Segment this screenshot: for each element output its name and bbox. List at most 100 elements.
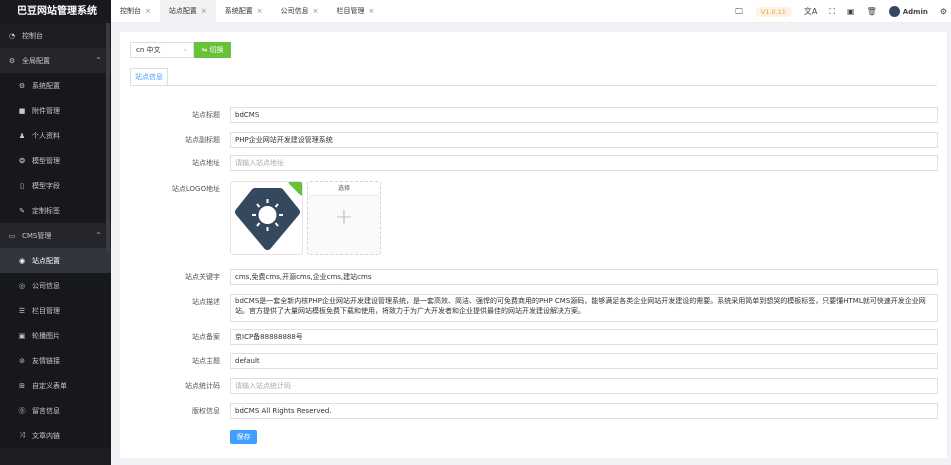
sidebar-item-8[interactable]: ▭ CMS管理 ^ [0,223,111,248]
keywords-input[interactable]: cms,免费cms,开源cms,企业cms,建站cms [230,269,938,285]
sidebar-item-14[interactable]: ⊞ 自定义表单 [0,373,111,398]
close-icon[interactable]: × [145,7,151,15]
sidebar-item-label: 模型字段 [32,181,60,190]
shuffle-icon: ⤨ [19,431,25,439]
title-label: 站点标题 [192,111,220,119]
sidebar-item-6[interactable]: ▯ 模型字段 [0,173,111,198]
sidebar: 巴豆网站管理系统 ◔ 控制台 ⚙ 全局配置 ^ ⚙ 系统配置 ■ 附件管理 ♟ 个人资料 ❂ 模型管理 ▯… [0,0,111,465]
sidebar-item-15[interactable]: ⓪ 留言信息 [0,398,111,423]
sidebar-item-label: 栏目管理 [32,306,60,315]
title-input[interactable]: bdCMS [230,107,938,123]
sidebar-item-3[interactable]: ■ 附件管理 [0,98,111,123]
switch-label: 切换 [209,46,224,54]
site-config-card: cn 中文 ⌄ ⇋ 切换 站点信息 站点标题 bdCMS 站点副标题 PHP企业网站开… [120,32,947,458]
tab-label: 站点配置 [168,7,197,15]
sidebar-item-label: 友情链接 [32,356,60,365]
fullscreen-icon[interactable]: ⛶ [829,7,835,17]
close-icon[interactable]: × [257,7,263,15]
tab-1[interactable]: 站点配置 × [159,0,216,23]
icp-label: 站点备案 [192,333,220,341]
toolbar: 🖵 V1.0.11 文A ⛶ ▣ 🗑 Admin ⚙ [735,0,951,23]
chevron-up-icon: ^ [95,57,101,64]
sidebar-item-4[interactable]: ♟ 个人资料 [0,123,111,148]
switch-icon: ⇋ [201,46,210,54]
sidebar-item-7[interactable]: ✎ 定制标签 [0,198,111,223]
sidebar-item-label: 自定义表单 [32,381,67,390]
message-icon: ⓪ [18,406,26,415]
sidebar-item-5[interactable]: ❂ 模型管理 [0,148,111,173]
tab-0[interactable]: 控制台 × [111,0,160,23]
link-icon: ⊘ [19,356,25,365]
gear-icon: ⚙ [18,81,26,90]
sidebar-item-16[interactable]: ⤨ 文章内链 [0,423,111,448]
logo-label: 站点LOGO地址 [171,185,220,193]
sidebar-item-label: 系统配置 [32,81,60,90]
icp-input[interactable]: 京ICP备88888888号 [230,329,938,345]
pick-label: 选择 [308,182,380,196]
logo-picker[interactable]: 选择 + [307,181,381,255]
monitor-icon: ▭ [8,231,16,240]
field-icon: ▯ [20,181,24,190]
sidebar-item-10[interactable]: ◎ 公司信息 [0,273,111,298]
url-input[interactable]: 请输入站点地址 [230,155,938,171]
sidebar-item-12[interactable]: ▣ 轮播图片 [0,323,111,348]
user-menu[interactable]: Admin [888,6,928,17]
settings-icon[interactable]: ⚙ [940,7,947,16]
theme-label: 站点主题 [192,357,220,365]
company-icon: ◎ [18,281,26,290]
sidebar-scrollbar[interactable] [106,23,110,253]
logo-preview[interactable] [230,181,303,255]
version-badge: V1.0.11 [754,6,792,17]
tab-bar: 控制台 × 站点配置 × 系统配置 × 公司信息 × 栏目管理 × 🖵 V1.0.11 文A ⛶ … [111,0,951,23]
close-icon[interactable]: × [313,7,319,15]
translate-icon[interactable]: 文A [804,6,817,17]
sidebar-menu: ◔ 控制台 ⚙ 全局配置 ^ ⚙ 系统配置 ■ 附件管理 ♟ 个人资料 ❂ 模型管理 ▯ 模型字段 ✎ 定制标签… [0,23,111,448]
language-select[interactable]: cn 中文 ⌄ [130,42,194,58]
chevron-down-icon: ⌄ [182,46,188,53]
trash-icon[interactable]: 🗑 [867,7,877,16]
wrench-icon: ✎ [19,206,25,215]
chevron-up-icon: ^ [95,232,101,239]
sidebar-item-2[interactable]: ⚙ 系统配置 [0,73,111,98]
monitor-icon[interactable]: 🖵 [735,7,743,17]
close-icon[interactable]: × [369,7,375,15]
sidebar-item-label: 轮播图片 [32,331,60,340]
user-icon: ♟ [18,131,26,140]
avatar [888,6,900,17]
desc-textarea[interactable]: bdCMS是一套全新内核PHP企业网站开发建设管理系统，是一套高效、简洁、强悍的… [230,294,938,322]
sidebar-item-label: 附件管理 [32,106,60,115]
tabs: 控制台 × 站点配置 × 系统配置 × 公司信息 × 栏目管理 × [111,0,383,23]
sidebar-item-label: 定制标签 [32,206,60,215]
sidebar-item-label: 公司信息 [32,281,60,290]
close-icon[interactable]: × [201,7,207,15]
keywords-label: 站点关键字 [185,273,220,281]
tab-4[interactable]: 栏目管理 × [328,0,384,23]
plus-icon: + [334,205,354,230]
save-button[interactable]: 保存 [230,430,257,444]
subtitle-label: 站点副标题 [185,136,220,144]
sidebar-item-label: CMS管理 [22,231,52,240]
sidebar-item-13[interactable]: ⊘ 友情链接 [0,348,111,373]
sidebar-item-1[interactable]: ⚙ 全局配置 ^ [0,48,111,73]
tab-label: 栏目管理 [336,7,365,15]
copyright-input[interactable]: bdCMS All Rights Reserved. [230,403,938,419]
image-icon: ▣ [18,331,26,340]
tab-site-info[interactable]: 站点信息 [130,68,168,86]
tab-2[interactable]: 系统配置 × [216,0,272,23]
terminal-icon[interactable]: ▣ [847,7,855,16]
url-label: 站点地址 [192,159,220,167]
sidebar-item-0[interactable]: ◔ 控制台 [0,23,111,48]
user-name: Admin [902,7,928,16]
tab-divider [130,85,937,86]
tab-3[interactable]: 公司信息 × [272,0,328,23]
subtitle-input[interactable]: PHP企业网站开发建设管理系统 [230,132,938,148]
language-value: cn 中文 [136,46,161,54]
sidebar-item-label: 文章内链 [32,431,60,440]
sidebar-item-11[interactable]: ☰ 栏目管理 [0,298,111,323]
switch-button[interactable]: ⇋ 切换 [194,42,231,58]
theme-input[interactable]: default [230,353,938,369]
sidebar-item-9[interactable]: ◉ 站点配置 [0,248,111,273]
dashboard-icon: ◔ [8,31,16,40]
stats-input[interactable]: 请输入站点统计码 [230,378,938,394]
model-icon: ❂ [19,156,25,165]
